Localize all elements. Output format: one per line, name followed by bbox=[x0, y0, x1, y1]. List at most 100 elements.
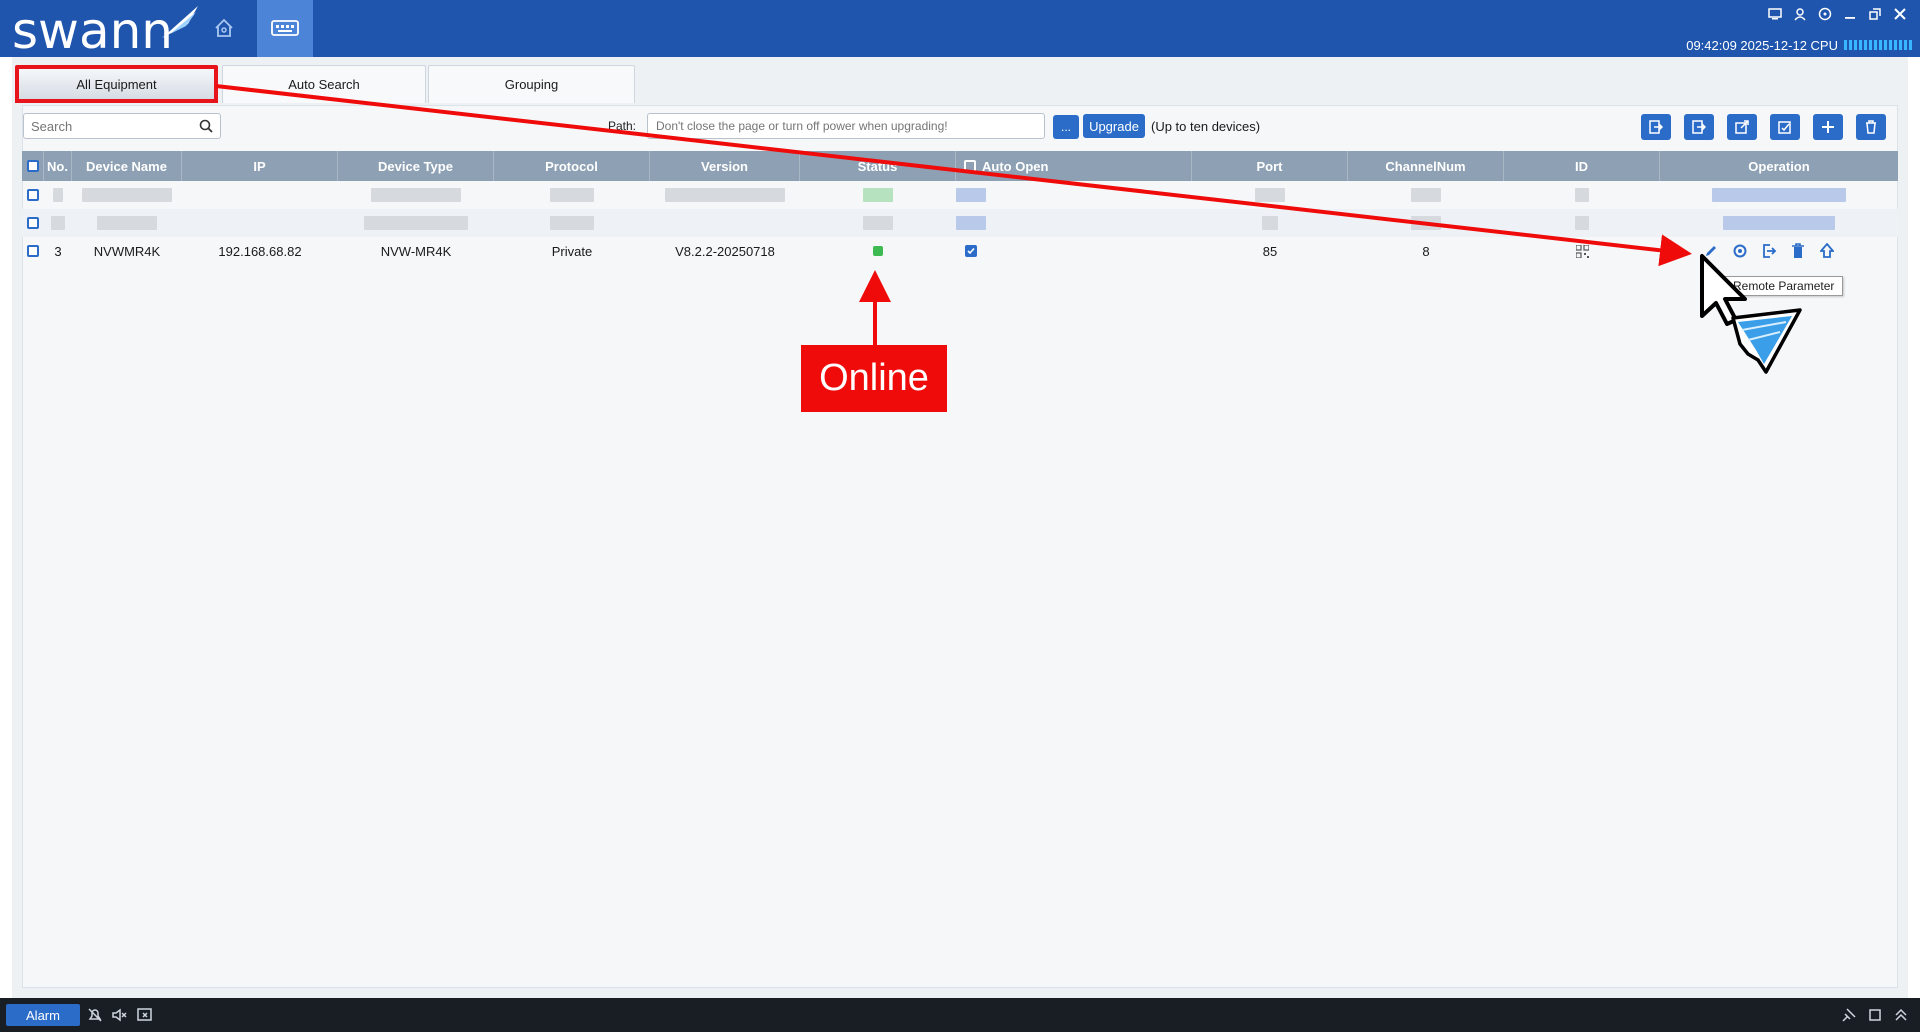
delete-icon bbox=[1866, 120, 1876, 134]
home-button[interactable] bbox=[206, 10, 242, 46]
row-checkbox[interactable] bbox=[27, 245, 39, 257]
device-manager-button[interactable] bbox=[257, 0, 313, 57]
table-row[interactable] bbox=[22, 209, 1898, 237]
open-external-icon bbox=[1735, 120, 1749, 134]
mute-icon[interactable] bbox=[110, 1006, 128, 1024]
user-icon[interactable] bbox=[1791, 5, 1808, 22]
redacted-operations bbox=[1712, 188, 1846, 202]
close-icon[interactable] bbox=[1891, 5, 1908, 22]
clear-screen-icon[interactable] bbox=[136, 1006, 154, 1024]
cell-version: V8.2.2-20250718 bbox=[675, 243, 775, 259]
path-input[interactable] bbox=[647, 113, 1045, 139]
qr-code-icon[interactable] bbox=[1575, 244, 1589, 258]
col-device-type[interactable]: Device Type bbox=[338, 151, 494, 181]
col-device-name[interactable]: Device Name bbox=[72, 151, 182, 181]
clock-cpu-readout: 09:42:09 2025-12-12 CPU bbox=[1686, 36, 1912, 54]
pin-icon[interactable] bbox=[1840, 1006, 1858, 1024]
path-label: Path: bbox=[608, 119, 637, 133]
col-auto-open-label: Auto Open bbox=[982, 158, 1049, 174]
edit-check-button[interactable] bbox=[1770, 114, 1800, 140]
monitor-icon[interactable] bbox=[1766, 5, 1783, 22]
redacted-cell bbox=[665, 188, 785, 202]
redacted-cell bbox=[371, 188, 461, 202]
col-channel-num[interactable]: ChannelNum bbox=[1348, 151, 1504, 181]
add-device-button[interactable] bbox=[1813, 114, 1843, 140]
select-all-cell bbox=[22, 151, 44, 181]
redacted-cell bbox=[550, 188, 594, 202]
auto-open-all-checkbox[interactable] bbox=[964, 160, 976, 172]
browse-button[interactable]: ... bbox=[1053, 115, 1079, 139]
search-field bbox=[23, 113, 221, 139]
device-toolbar bbox=[1641, 114, 1886, 140]
export-button[interactable] bbox=[1684, 114, 1714, 140]
select-all-checkbox[interactable] bbox=[26, 160, 39, 172]
import-button[interactable] bbox=[1641, 114, 1671, 140]
redacted-cell bbox=[364, 216, 468, 230]
cpu-usage-meter bbox=[1844, 40, 1912, 50]
main-area: All Equipment Auto Search Grouping Path:… bbox=[12, 57, 1908, 998]
cell-port: 85 bbox=[1262, 243, 1278, 259]
open-external-button[interactable] bbox=[1727, 114, 1757, 140]
remote-parameter-tooltip: Remote Parameter bbox=[1724, 276, 1844, 296]
redacted-cell bbox=[82, 188, 172, 202]
col-id[interactable]: ID bbox=[1504, 151, 1660, 181]
redacted-operations bbox=[1723, 216, 1835, 230]
col-port[interactable]: Port bbox=[1192, 151, 1348, 181]
col-operation[interactable]: Operation bbox=[1660, 151, 1898, 181]
table-row[interactable]: 3 NVWMR4K 192.168.68.82 NVW-MR4K Private… bbox=[22, 237, 1898, 265]
search-icon[interactable] bbox=[198, 118, 214, 134]
col-auto-open[interactable]: Auto Open bbox=[956, 151, 1192, 181]
col-no[interactable]: No. bbox=[44, 151, 72, 181]
redacted-cell bbox=[956, 188, 986, 202]
col-version[interactable]: Version bbox=[650, 151, 800, 181]
cell-device-name: NVWMR4K bbox=[93, 243, 161, 259]
row-checkbox[interactable] bbox=[27, 189, 39, 201]
online-annotation-label: Online bbox=[801, 345, 947, 412]
row-checkbox[interactable] bbox=[27, 217, 39, 229]
help-icon[interactable] bbox=[1816, 5, 1833, 22]
upgrade-note: (Up to ten devices) bbox=[1151, 119, 1261, 134]
redacted-cell bbox=[1575, 188, 1589, 202]
maximize-icon[interactable] bbox=[1866, 1006, 1884, 1024]
check-icon bbox=[967, 247, 975, 255]
title-bar: swann 09:42:09 2025-12-12 CPU bbox=[0, 0, 1920, 57]
status-online-indicator bbox=[873, 246, 883, 256]
remote-parameter-icon[interactable] bbox=[1731, 242, 1749, 260]
table-row[interactable] bbox=[22, 181, 1898, 209]
logout-icon[interactable] bbox=[1760, 242, 1778, 260]
window-controls bbox=[1766, 5, 1908, 23]
tab-all-equipment[interactable]: All Equipment bbox=[15, 65, 218, 103]
col-protocol[interactable]: Protocol bbox=[494, 151, 650, 181]
alarm-bell-off-icon[interactable] bbox=[86, 1006, 104, 1024]
cell-device-type: NVW-MR4K bbox=[380, 243, 452, 259]
add-icon bbox=[1822, 121, 1834, 133]
edit-check-icon bbox=[1778, 121, 1791, 134]
collapse-up-icon[interactable] bbox=[1892, 1006, 1910, 1024]
redacted-cell bbox=[1411, 216, 1441, 230]
col-status[interactable]: Status bbox=[800, 151, 956, 181]
swann-bird-icon bbox=[162, 6, 198, 38]
redacted-status bbox=[863, 188, 893, 202]
minimize-icon[interactable] bbox=[1841, 5, 1858, 22]
redacted-cell bbox=[1255, 188, 1285, 202]
trash-icon[interactable] bbox=[1789, 242, 1807, 260]
tab-grouping[interactable]: Grouping bbox=[428, 65, 635, 103]
upgrade-icon[interactable] bbox=[1818, 242, 1836, 260]
edit-icon[interactable] bbox=[1702, 242, 1720, 260]
redacted-cell bbox=[51, 216, 65, 230]
tab-auto-search[interactable]: Auto Search bbox=[222, 65, 426, 103]
upgrade-button[interactable]: Upgrade bbox=[1083, 114, 1145, 138]
search-input[interactable] bbox=[24, 114, 198, 138]
delete-device-button[interactable] bbox=[1856, 114, 1886, 140]
cell-channel-num: 8 bbox=[1422, 243, 1430, 259]
auto-open-checkbox[interactable] bbox=[965, 245, 977, 257]
redacted-cell bbox=[1262, 216, 1278, 230]
alarm-button[interactable]: Alarm bbox=[6, 1004, 80, 1026]
cell-ip: 192.168.68.82 bbox=[218, 243, 302, 259]
restore-icon[interactable] bbox=[1866, 5, 1883, 22]
device-table: No. Device Name IP Device Type Protocol … bbox=[22, 151, 1898, 265]
export-icon bbox=[1692, 120, 1706, 134]
redacted-cell bbox=[1411, 188, 1441, 202]
col-ip[interactable]: IP bbox=[182, 151, 338, 181]
clock-text: 09:42:09 2025-12-12 CPU bbox=[1686, 37, 1838, 53]
